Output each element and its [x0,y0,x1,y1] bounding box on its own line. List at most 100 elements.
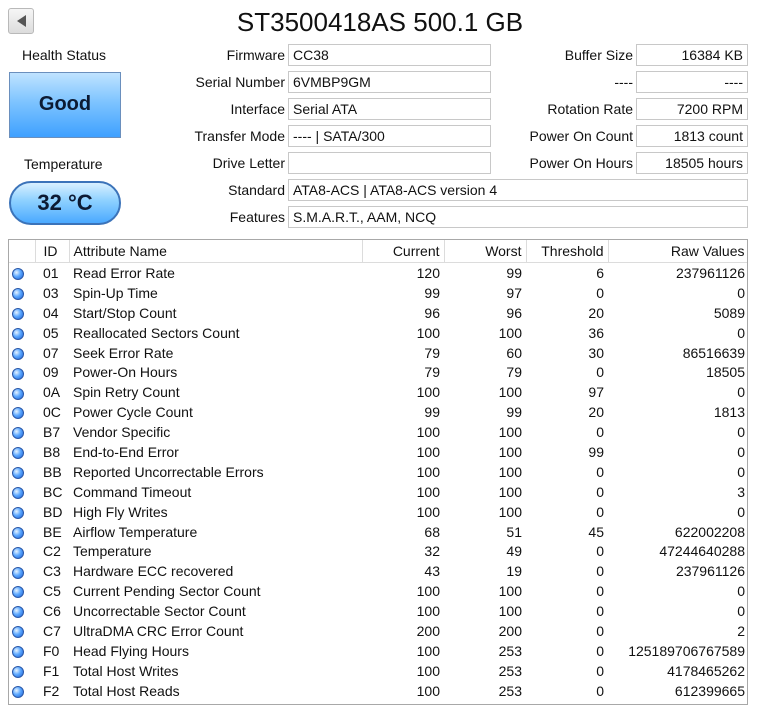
table-row[interactable]: 05 Reallocated Sectors Count 100 100 36 0 [9,323,747,343]
attr-current: 100 [416,324,440,341]
drive-title: ST3500418AS 500.1 GB [236,7,524,37]
attr-current: 100 [416,603,440,620]
header-worst[interactable]: Worst [444,240,527,263]
table-row[interactable]: C7 UltraDMA CRC Error Count 200 200 0 2 [9,621,747,641]
table-row[interactable]: 01 Read Error Rate 120 99 6 237961126 [9,263,747,283]
attr-current: 32 [424,543,440,560]
attr-threshold: 0 [596,424,604,441]
attr-current: 100 [416,384,440,401]
attr-threshold: 0 [596,503,604,520]
table-row[interactable]: B7 Vendor Specific 100 100 0 0 [9,422,747,442]
attr-current: 99 [424,284,440,301]
table-row[interactable]: F1 Total Host Writes 100 253 0 4178465262 [9,661,747,681]
header-id[interactable]: ID [35,240,70,263]
header-attribute-name[interactable]: Attribute Name [69,240,363,263]
table-row[interactable]: BC Command Timeout 100 100 0 3 [9,482,747,502]
temperature-badge[interactable]: 32 °C [9,181,121,225]
attr-worst: 253 [498,682,522,699]
attr-worst: 49 [506,543,522,560]
attr-current: 99 [424,404,440,421]
attr-name: Total Host Reads [73,682,180,699]
table-row[interactable]: 04 Start/Stop Count 96 96 20 5089 [9,303,747,323]
header-current[interactable]: Current [362,240,445,263]
attr-raw: 125189706767589 [628,642,745,659]
attr-threshold: 0 [596,662,604,679]
attr-worst: 60 [506,344,522,361]
status-cell [9,581,35,601]
attr-current: 100 [416,682,440,699]
status-cell [9,402,35,422]
transfer-mode-label: Transfer Mode [194,128,285,144]
attr-name: Read Error Rate [73,264,175,281]
attr-raw: 0 [737,503,745,520]
attr-current: 43 [424,563,440,580]
attr-worst: 79 [506,364,522,381]
attr-name: Power-On Hours [73,364,178,381]
header-threshold[interactable]: Threshold [526,240,609,263]
table-row[interactable]: F0 Head Flying Hours 100 253 0 12518970676758… [9,641,747,661]
attr-id: B8 [43,443,61,460]
attr-raw: 86516639 [682,344,745,361]
attr-raw: 47244640288 [659,543,745,560]
attr-worst: 100 [498,384,522,401]
attr-name: Uncorrectable Sector Count [73,603,246,620]
header-status[interactable] [9,240,36,263]
status-dot-icon [12,447,24,460]
attr-threshold: 20 [588,304,604,321]
attr-current: 100 [416,424,440,441]
attr-worst: 253 [498,662,522,679]
attr-name: Seek Error Rate [73,344,174,361]
attr-threshold: 0 [596,603,604,620]
smart-attributes-table[interactable]: ID Attribute Name Current Worst Threshol… [8,239,748,705]
attr-current: 68 [424,523,440,540]
attr-raw: 18505 [706,364,745,381]
table-row[interactable]: C2 Temperature 32 49 0 47244640288 [9,541,747,561]
attr-threshold: 0 [596,583,604,600]
rotation-rate-label: Rotation Rate [547,101,633,117]
status-cell [9,283,35,303]
table-row[interactable]: B8 End-to-End Error 100 100 99 0 [9,442,747,462]
attr-raw: 0 [737,384,745,401]
table-row[interactable]: 07 Seek Error Rate 79 60 30 86516639 [9,343,747,363]
table-row[interactable]: F2 Total Host Reads 100 253 0 612399665 [9,681,747,701]
attr-id: F2 [43,682,60,699]
attr-raw: 5089 [713,304,745,321]
header-raw-values[interactable]: Raw Values [608,240,747,263]
attr-raw: 1813 [713,404,745,421]
attr-current: 79 [424,344,440,361]
attr-worst: 99 [506,264,522,281]
attr-worst: 100 [498,443,522,460]
features-label: Features [229,209,285,225]
status-dot-icon [12,566,24,579]
table-row[interactable]: BD High Fly Writes 100 100 0 0 [9,502,747,522]
attr-current: 100 [416,642,440,659]
attr-id: C7 [43,622,61,639]
health-status-label: Health Status [22,47,107,63]
attr-worst: 100 [498,424,522,441]
drive-letter-label: Drive Letter [212,155,285,171]
table-row[interactable]: C6 Uncorrectable Sector Count 100 100 0 0 [9,601,747,621]
table-row[interactable]: 09 Power-On Hours 79 79 0 18505 [9,362,747,382]
table-row[interactable]: 03 Spin-Up Time 99 97 0 0 [9,283,747,303]
attr-threshold: 0 [596,483,604,500]
health-status-badge[interactable]: Good [9,72,121,138]
table-row[interactable]: BE Airflow Temperature 68 51 45 622002208 [9,522,747,542]
status-cell [9,522,35,542]
attr-raw: 237961126 [675,264,745,281]
attr-threshold: 36 [588,324,604,341]
status-dot-icon [12,685,24,698]
table-row[interactable]: 0A Spin Retry Count 100 100 97 0 [9,382,747,402]
power-on-count-label: Power On Count [529,128,634,144]
table-row[interactable]: 0C Power Cycle Count 99 99 20 1813 [9,402,747,422]
attr-worst: 99 [506,404,522,421]
table-row[interactable]: C3 Hardware ECC recovered 43 19 0 237961126 [9,561,747,581]
attr-name: Spin Retry Count [73,384,180,401]
table-row[interactable]: BB Reported Uncorrectable Errors 100 100 0 0 [9,462,747,482]
status-cell [9,343,35,363]
attr-worst: 19 [506,563,522,580]
table-row[interactable]: C5 Current Pending Sector Count 100 100 0 0 [9,581,747,601]
attr-threshold: 0 [596,563,604,580]
attr-worst: 100 [498,324,522,341]
attr-threshold: 0 [596,364,604,381]
status-dot-icon [12,467,24,480]
